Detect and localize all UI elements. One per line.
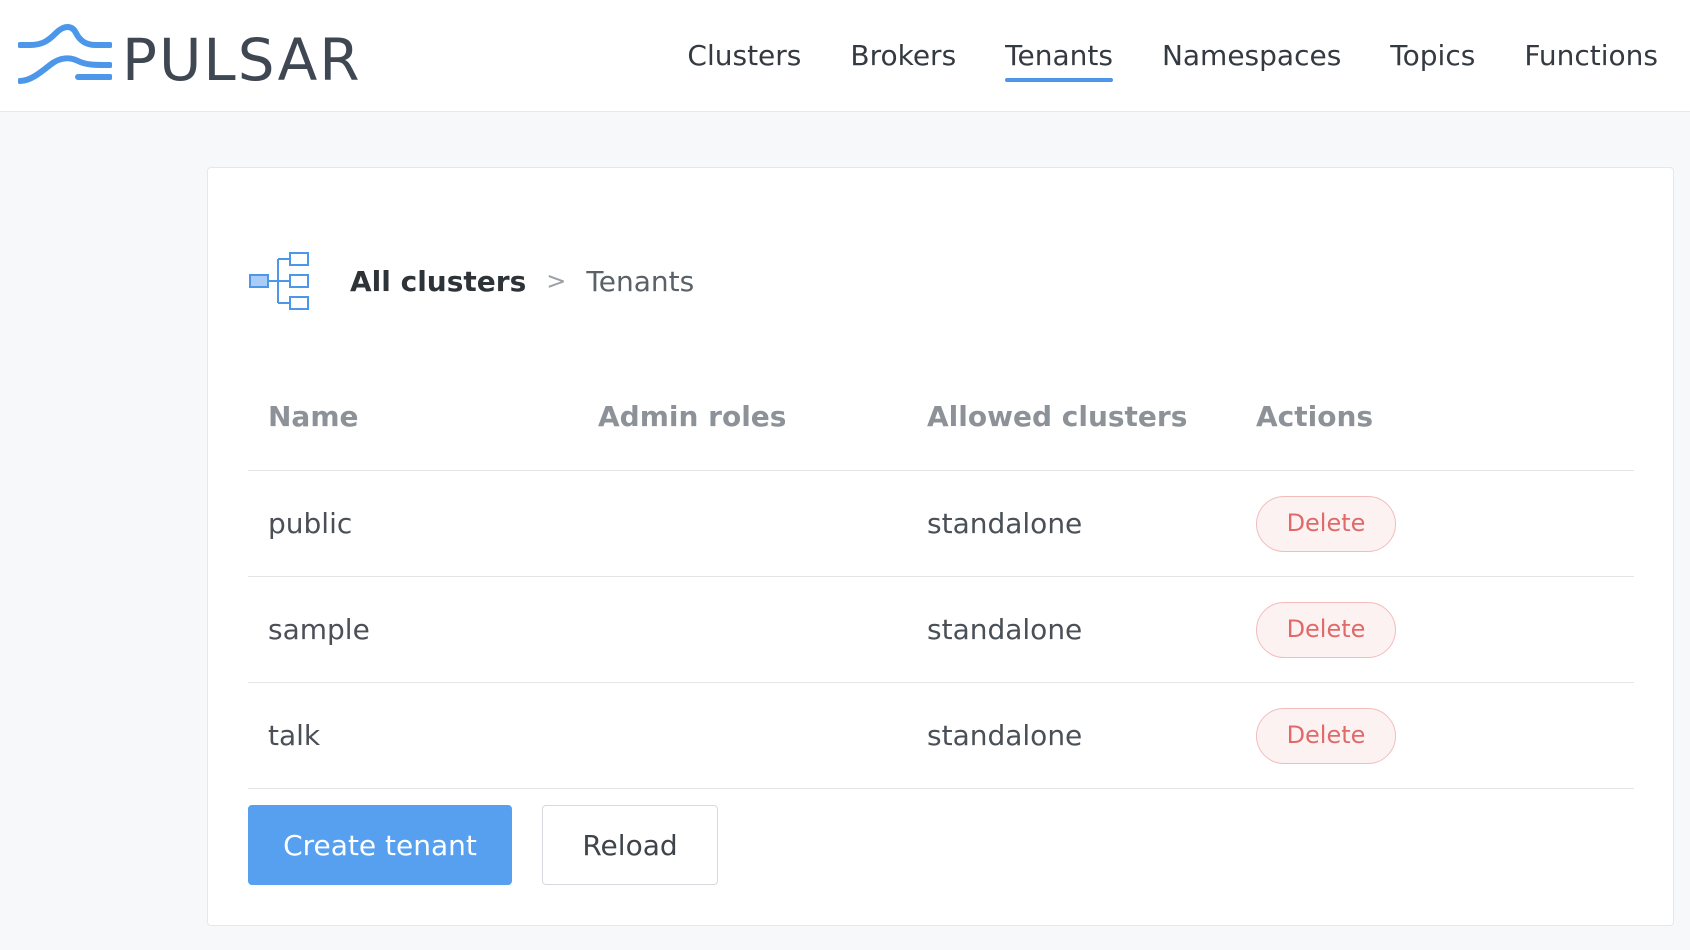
tenants-table: Name Admin roles Allowed clusters Action… [248, 363, 1634, 789]
column-header-admin-roles: Admin roles [578, 363, 907, 471]
table-header-row: Name Admin roles Allowed clusters Action… [248, 363, 1634, 471]
tenant-allowed-clusters: standalone [907, 576, 1236, 683]
tenants-card: All clusters > Tenants Name Admin roles … [207, 167, 1674, 926]
nav-topics[interactable]: Topics [1390, 42, 1475, 70]
nav-brokers[interactable]: Brokers [850, 42, 956, 70]
tenant-allowed-clusters: standalone [907, 470, 1236, 577]
create-tenant-button[interactable]: Create tenant [248, 805, 512, 885]
actions-row: Create tenant Reload [248, 805, 718, 885]
main-nav: Clusters Brokers Tenants Namespaces Topi… [638, 0, 1658, 112]
column-header-actions: Actions [1236, 363, 1634, 471]
table-row: talk standalone Delete [248, 682, 1634, 789]
delete-button[interactable]: Delete [1256, 495, 1396, 552]
tenant-name[interactable]: talk [248, 682, 578, 789]
table-row: sample standalone Delete [248, 576, 1634, 683]
nav-tenants[interactable]: Tenants [1005, 42, 1113, 82]
tenant-admin-roles [578, 470, 907, 577]
top-navigation-bar: PULSAR Clusters Brokers Tenants Namespac… [0, 0, 1690, 112]
tenant-actions: Delete [1236, 576, 1634, 683]
reload-button[interactable]: Reload [542, 805, 718, 885]
tree-structure-icon [249, 252, 309, 310]
delete-button[interactable]: Delete [1256, 707, 1396, 764]
tenant-admin-roles [578, 576, 907, 683]
tenant-name[interactable]: public [248, 470, 578, 577]
breadcrumb-current: Tenants [586, 264, 695, 298]
delete-button[interactable]: Delete [1256, 601, 1396, 658]
tenant-admin-roles [578, 682, 907, 789]
pulsar-wave-icon [18, 24, 112, 84]
pulsar-logo[interactable]: PULSAR [18, 18, 362, 94]
breadcrumb: All clusters > Tenants [248, 251, 694, 311]
breadcrumb-all-clusters[interactable]: All clusters [350, 265, 526, 298]
nav-functions[interactable]: Functions [1524, 42, 1658, 70]
column-header-allowed-clusters: Allowed clusters [907, 363, 1236, 471]
column-header-name: Name [248, 363, 578, 471]
tenant-name[interactable]: sample [248, 576, 578, 683]
logo-text: PULSAR [122, 26, 362, 94]
nav-namespaces[interactable]: Namespaces [1162, 42, 1341, 70]
tenant-actions: Delete [1236, 470, 1634, 577]
tenant-actions: Delete [1236, 682, 1634, 789]
breadcrumb-separator: > [546, 267, 567, 295]
tenant-allowed-clusters: standalone [907, 682, 1236, 789]
nav-clusters[interactable]: Clusters [687, 42, 801, 70]
table-row: public standalone Delete [248, 470, 1634, 577]
